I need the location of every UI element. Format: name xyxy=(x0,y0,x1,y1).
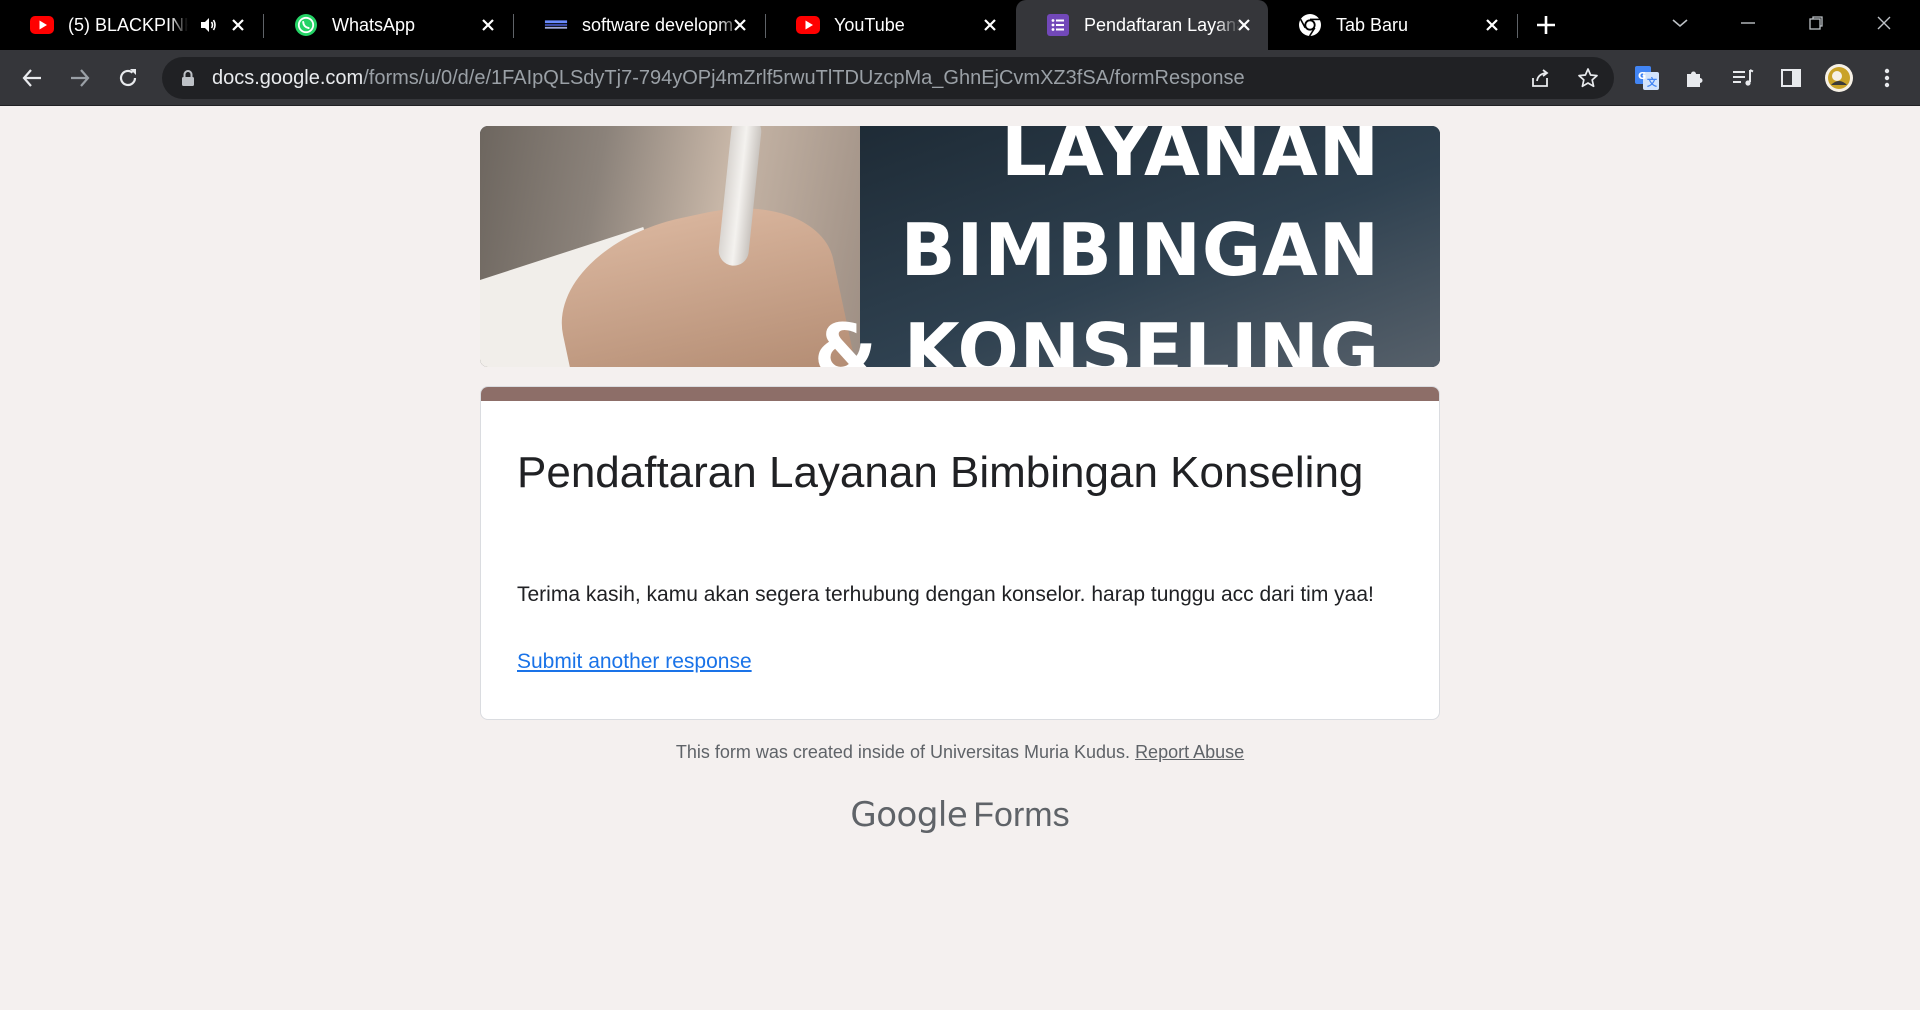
share-icon[interactable] xyxy=(1524,62,1556,94)
banner-text-line-2: BIMBINGAN xyxy=(900,208,1380,292)
google-wordmark: Google xyxy=(850,795,968,835)
tab-whatsapp[interactable]: WhatsApp xyxy=(264,0,512,50)
forward-icon[interactable] xyxy=(64,62,96,94)
tab-title: software developm xyxy=(582,14,734,35)
tab-pendaftaran-layanan[interactable]: Pendaftaran Layanan xyxy=(1016,0,1268,50)
close-tab-icon[interactable] xyxy=(1232,13,1256,37)
tab-title: Pendaftaran Layanan xyxy=(1084,14,1240,35)
confirmation-card: Pendaftaran Layanan Bimbingan Konseling … xyxy=(480,386,1440,720)
new-tab-button[interactable] xyxy=(1532,11,1560,39)
url-domain: docs.google.com xyxy=(212,66,364,89)
tab-software-development[interactable]: software developm xyxy=(514,0,764,50)
google-forms-logo[interactable]: Google Forms xyxy=(0,795,1920,835)
footer-note-text: This form was created inside of Universi… xyxy=(675,742,1131,762)
close-tab-icon[interactable] xyxy=(978,13,1002,37)
speaker-icon[interactable] xyxy=(198,15,218,35)
tab-youtube[interactable]: YouTube xyxy=(766,0,1014,50)
url-path: /forms/u/0/d/e/1FAIpQLSdyTj7-794yOPj4mZr… xyxy=(363,66,1245,89)
tab-title: YouTube xyxy=(834,14,905,35)
chrome-icon xyxy=(1298,13,1322,37)
bookmark-star-icon[interactable] xyxy=(1572,62,1604,94)
form-title: Pendaftaran Layanan Bimbingan Konseling xyxy=(517,448,1364,497)
tab-title: Tab Baru xyxy=(1336,14,1409,35)
tab-separator xyxy=(1517,14,1518,38)
svg-text:G: G xyxy=(1638,71,1646,82)
youtube-icon xyxy=(796,13,820,37)
browser-menu-icon[interactable] xyxy=(1871,62,1903,94)
form-header-banner: LAYANAN BIMBINGAN & KONSELING xyxy=(480,126,1440,367)
forms-wordmark: Forms xyxy=(973,796,1070,834)
reload-icon[interactable] xyxy=(112,62,144,94)
svg-text:文: 文 xyxy=(1647,76,1658,89)
close-tab-icon[interactable] xyxy=(476,13,500,37)
side-panel-icon[interactable] xyxy=(1775,62,1807,94)
tab-title: (5) BLACKPINK xyxy=(68,14,188,35)
close-tab-icon[interactable] xyxy=(728,13,752,37)
url-text: docs.google.com/forms/u/0/d/e/1FAIpQLSdy… xyxy=(212,67,1245,90)
submit-another-response-link[interactable]: Submit another response xyxy=(517,650,752,674)
footer-note: This form was created inside of Universi… xyxy=(0,742,1920,763)
google-forms-icon xyxy=(1046,13,1070,37)
tab-blackpink[interactable]: (5) BLACKPINK xyxy=(0,0,262,50)
lock-icon[interactable] xyxy=(180,69,196,87)
card-accent-bar xyxy=(481,387,1439,401)
browser-toolbar: docs.google.com/forms/u/0/d/e/1FAIpQLSdy… xyxy=(0,50,1920,106)
banner-text-line-1: LAYANAN xyxy=(1001,126,1380,192)
confirmation-message: Terima kasih, kamu akan segera terhubung… xyxy=(517,583,1374,606)
google-translate-icon[interactable]: G文 xyxy=(1631,62,1663,94)
close-tab-icon[interactable] xyxy=(1480,13,1504,37)
back-icon[interactable] xyxy=(16,62,48,94)
report-abuse-link[interactable]: Report Abuse xyxy=(1135,742,1244,762)
tab-title: WhatsApp xyxy=(332,14,416,35)
banner-text-line-3: & KONSELING xyxy=(814,308,1380,367)
tab-search-icon[interactable] xyxy=(1660,8,1700,38)
media-control-icon[interactable] xyxy=(1727,62,1759,94)
minimize-icon[interactable] xyxy=(1728,8,1768,38)
tab-baru[interactable]: Tab Baru xyxy=(1268,0,1516,50)
restore-icon[interactable] xyxy=(1796,8,1836,38)
close-window-icon[interactable] xyxy=(1864,8,1904,38)
tab-strip: (5) BLACKPINK WhatsApp software developm xyxy=(0,0,1920,50)
extensions-puzzle-icon[interactable] xyxy=(1679,62,1711,94)
profile-avatar-icon[interactable] xyxy=(1823,62,1855,94)
site-icon xyxy=(544,13,568,37)
close-tab-icon[interactable] xyxy=(226,13,250,37)
youtube-icon xyxy=(30,13,54,37)
whatsapp-icon xyxy=(294,13,318,37)
form-page: LAYANAN BIMBINGAN & KONSELING Pendaftara… xyxy=(0,107,1920,1010)
banner-photo xyxy=(480,126,860,367)
address-bar[interactable]: docs.google.com/forms/u/0/d/e/1FAIpQLSdy… xyxy=(162,57,1614,99)
